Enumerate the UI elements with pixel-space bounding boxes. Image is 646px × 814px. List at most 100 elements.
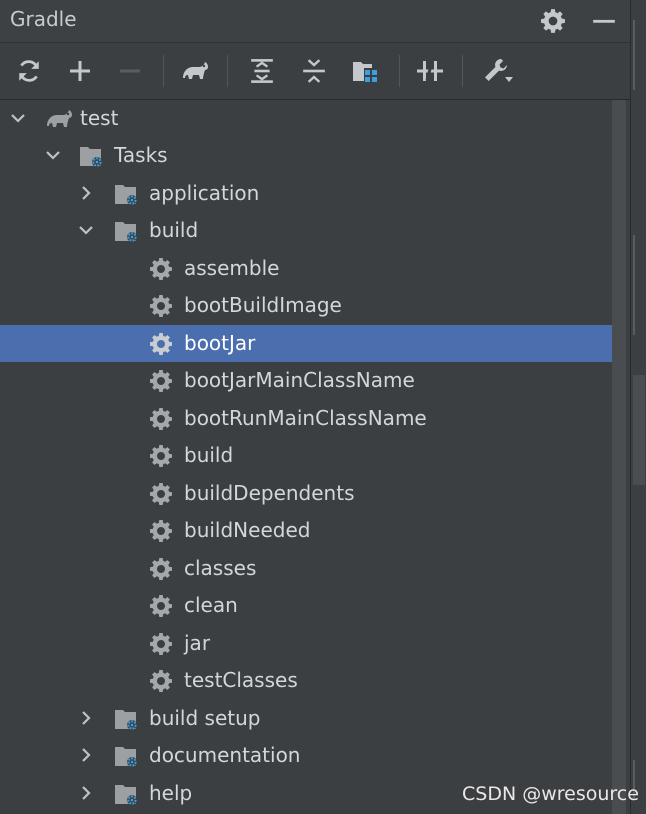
gear-icon — [541, 9, 565, 33]
gear-icon — [150, 595, 172, 617]
group-modules-button[interactable] — [350, 55, 382, 87]
collapse-all-icon — [303, 59, 325, 83]
task-row[interactable]: bootJarMainClassName — [0, 362, 612, 399]
task-label: assemble — [184, 256, 280, 280]
chevron-right-icon[interactable] — [77, 709, 95, 727]
gear-icon — [150, 670, 172, 692]
execute-gradle-task-button[interactable] — [179, 55, 211, 87]
chevron-right-icon[interactable] — [77, 184, 95, 202]
tool-strip-tab[interactable] — [633, 235, 646, 335]
tree-node-group-documentation[interactable]: documentation — [0, 737, 612, 774]
task-row[interactable]: bootRunMainClassName — [0, 400, 612, 437]
tree-node-project[interactable]: test — [0, 100, 612, 137]
gear-icon — [150, 408, 172, 430]
task-row[interactable]: clean — [0, 587, 612, 624]
task-label: bootRunMainClassName — [184, 406, 427, 430]
chevron-down-icon[interactable] — [9, 109, 27, 127]
group-label: documentation — [149, 743, 301, 767]
gear-icon — [150, 445, 172, 467]
toggle-offline-icon — [417, 61, 443, 81]
toggle-offline-mode-button[interactable] — [414, 55, 446, 87]
task-label: bootBuildImage — [184, 293, 342, 317]
tree-node-group-application[interactable]: application — [0, 175, 612, 212]
minimize-icon — [593, 19, 615, 23]
hide-button[interactable] — [589, 6, 619, 36]
task-row[interactable]: assemble — [0, 250, 612, 287]
gear-icon — [150, 258, 172, 280]
group-modules-icon — [353, 62, 377, 82]
add-button[interactable] — [64, 55, 96, 87]
right-tool-strip — [630, 0, 646, 814]
project-name: test — [80, 106, 119, 130]
tasks-label: Tasks — [114, 143, 168, 167]
task-label: jar — [184, 631, 211, 655]
tool-window-title: Gradle — [10, 7, 77, 31]
task-label: clean — [184, 593, 238, 617]
task-row[interactable]: buildNeeded — [0, 512, 612, 549]
gradle-task-tree: test Tasks application build assemble bo… — [0, 100, 630, 814]
task-row[interactable]: testClasses — [0, 662, 612, 699]
toolbar-separator — [163, 55, 164, 87]
gear-icon — [150, 370, 172, 392]
task-label: buildDependents — [184, 481, 355, 505]
task-row[interactable]: buildDependents — [0, 475, 612, 512]
gear-icon — [150, 558, 172, 580]
collapse-all-button[interactable] — [298, 55, 330, 87]
wrench-icon — [485, 59, 513, 82]
tool-strip-tab[interactable] — [633, 20, 646, 90]
gear-icon — [150, 633, 172, 655]
build-tool-settings-button[interactable] — [482, 55, 514, 87]
expand-all-button[interactable] — [246, 55, 278, 87]
task-folder-icon — [115, 185, 137, 205]
gear-icon — [150, 295, 172, 317]
task-folder-icon — [115, 785, 137, 805]
chevron-right-icon[interactable] — [77, 746, 95, 764]
gear-icon — [150, 520, 172, 542]
tool-window-header: Gradle — [0, 0, 630, 43]
gear-icon — [150, 483, 172, 505]
refresh-icon — [19, 60, 39, 82]
toolbar-separator — [399, 55, 400, 87]
task-label: build — [184, 443, 234, 467]
tree-node-group-build[interactable]: build — [0, 212, 612, 249]
remove-button[interactable] — [114, 55, 146, 87]
task-row[interactable]: build — [0, 437, 612, 474]
task-folder-icon — [80, 147, 102, 167]
chevron-down-icon[interactable] — [44, 146, 62, 164]
group-label: application — [149, 181, 260, 205]
task-label: testClasses — [184, 668, 298, 692]
chevron-right-icon[interactable] — [77, 784, 95, 802]
add-icon — [70, 61, 90, 81]
task-label: classes — [184, 556, 257, 580]
tree-node-group-build-setup[interactable]: build setup — [0, 700, 612, 737]
scrollbar-thumb[interactable] — [612, 100, 626, 814]
task-folder-icon — [115, 710, 137, 730]
settings-button[interactable] — [538, 6, 568, 36]
watermark: CSDN @wresource — [462, 783, 639, 805]
task-row[interactable]: bootBuildImage — [0, 287, 612, 324]
task-label: bootJar — [184, 331, 256, 355]
group-label: build setup — [149, 706, 261, 730]
remove-icon — [120, 69, 140, 73]
group-label: help — [149, 781, 193, 805]
toolbar-separator — [227, 55, 228, 87]
reload-button[interactable] — [13, 55, 45, 87]
chevron-down-icon[interactable] — [77, 221, 95, 239]
task-row[interactable]: jar — [0, 625, 612, 662]
task-folder-icon — [115, 222, 137, 242]
task-folder-icon — [115, 747, 137, 767]
toolbar-separator — [462, 55, 463, 87]
tool-strip-tab-active[interactable] — [633, 375, 645, 485]
task-row[interactable]: classes — [0, 550, 612, 587]
gradle-elephant-icon — [47, 110, 72, 127]
gradle-tool-window: Gradle test Tasks application build asse… — [0, 0, 630, 814]
task-row-selected[interactable]: bootJar — [0, 325, 630, 362]
elephant-icon — [183, 62, 208, 79]
expand-all-icon — [251, 59, 273, 83]
gear-icon — [150, 333, 172, 355]
task-label: buildNeeded — [184, 518, 311, 542]
task-label: bootJarMainClassName — [184, 368, 415, 392]
group-label: build — [149, 218, 199, 242]
tree-node-tasks[interactable]: Tasks — [0, 137, 612, 174]
gradle-toolbar — [0, 43, 630, 100]
